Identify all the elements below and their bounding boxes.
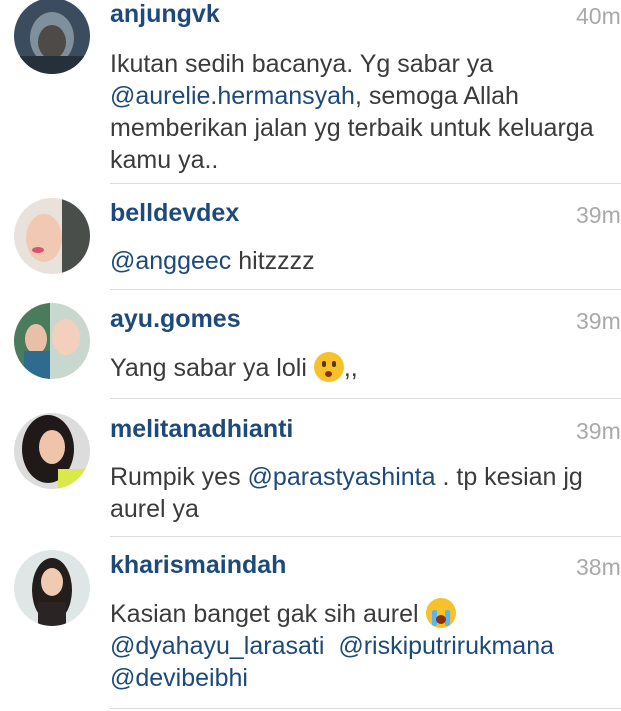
mention-link[interactable]: @devibeibhi [110,664,248,692]
comment-divider [110,183,621,184]
comment-username[interactable]: belldevdex [110,199,239,227]
comment-text-segment: ,, [343,354,358,382]
comment-timestamp: 39m [576,418,621,444]
comment-timestamp: 39m [576,202,621,228]
comment-text: Yang sabar ya loli ,, [110,352,610,384]
comment-text-segment: Ikutan sedih bacanya. Yg sabar ya [110,50,494,78]
comment-divider [110,398,621,399]
mention-link[interactable]: @parastyashinta [248,463,436,491]
mention-link[interactable]: @riskiputrirukmana [338,632,554,660]
avatar[interactable] [14,413,90,489]
comment-divider [110,536,621,537]
comment-text: Ikutan sedih bacanya. Yg sabar ya @aurel… [110,48,610,176]
kissing-face-emoji [313,352,344,382]
avatar[interactable] [14,303,90,379]
comment-username[interactable]: melitanadhianti [110,415,293,443]
mention-link[interactable]: @aurelie.hermansyah [110,82,355,110]
comment-text: @anggeec hitzzzz [110,245,610,277]
comment-username[interactable]: anjungvk [110,0,220,28]
comment-timestamp: 39m [576,308,621,334]
avatar[interactable] [14,0,90,74]
comment-text-segment: hitzzzz [231,247,315,275]
comment-timestamp: 40m [576,3,621,29]
comment-username[interactable]: kharismaindah [110,551,286,579]
comment-text: Kasian banget gak sih aurel @dyahayu_lar… [110,598,615,694]
mention-link[interactable]: @anggeec [110,247,231,275]
comment-text-segment: Kasian banget gak sih aurel [110,600,426,628]
avatar[interactable] [14,550,90,626]
mention-link[interactable]: @dyahayu_larasati [110,632,324,660]
avatar[interactable] [14,198,90,274]
comment-divider [110,708,621,709]
comment-username[interactable]: ayu.gomes [110,305,241,333]
loudly-crying-face-emoji [425,598,456,628]
comment-timestamp: 38m [576,554,621,580]
comment-text: Rumpik yes @parastyashinta . tp kesian j… [110,461,610,525]
comment-divider [110,289,621,290]
comment-text-segment: Rumpik yes [110,463,248,491]
comment-text-segment: Yang sabar ya loli [110,354,314,382]
